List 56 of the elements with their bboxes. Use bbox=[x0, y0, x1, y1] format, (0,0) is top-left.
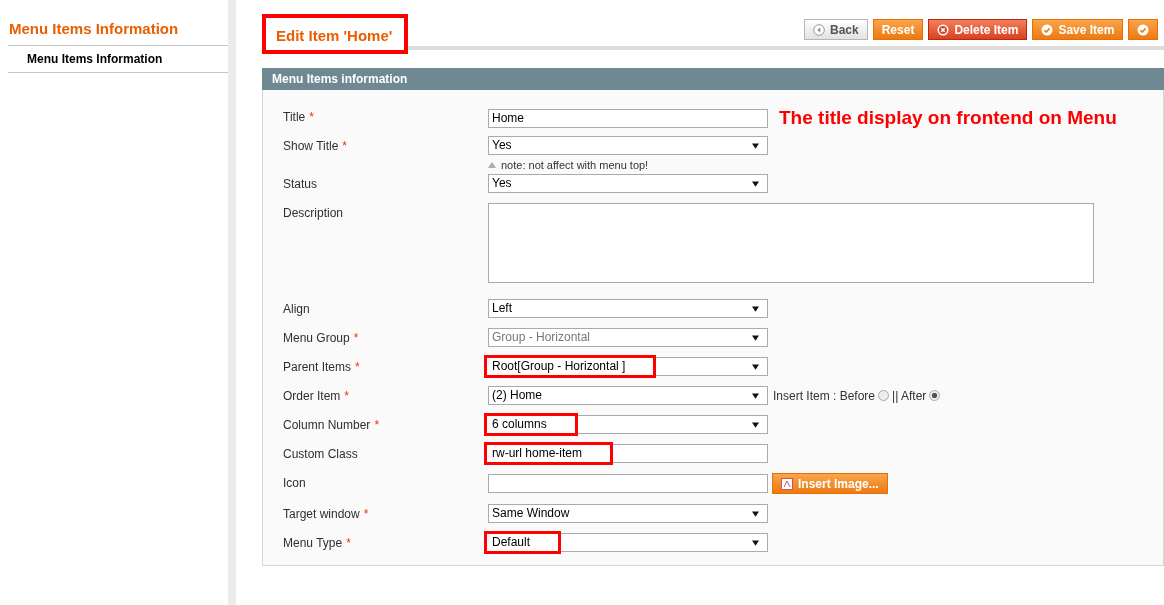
field-label: Target window * bbox=[283, 506, 370, 523]
sidebar-title: Menu Items Information bbox=[8, 20, 228, 46]
field-label: Column Number * bbox=[283, 417, 381, 434]
field-label: Order Item * bbox=[283, 388, 351, 405]
field-label: Show Title * bbox=[283, 138, 349, 155]
field-label: Title * bbox=[283, 109, 315, 126]
page-title: Edit Item 'Home' bbox=[262, 14, 409, 54]
dropdown-caret-icon bbox=[752, 510, 759, 517]
field-note: note: not affect with menu top! bbox=[501, 159, 649, 171]
triangle-icon bbox=[488, 162, 496, 168]
back-button[interactable]: Back bbox=[804, 19, 868, 40]
save-button[interactable] bbox=[1128, 19, 1159, 40]
field-label: Icon bbox=[283, 475, 307, 492]
insert-item-label: Insert Item : Before bbox=[773, 388, 876, 403]
select-field[interactable]: Same Window bbox=[488, 504, 768, 523]
text-area[interactable] bbox=[488, 203, 1094, 283]
required-mark: * bbox=[363, 507, 369, 521]
dropdown-caret-icon bbox=[752, 421, 759, 428]
text-field[interactable] bbox=[488, 474, 768, 493]
section-header: Menu Items information bbox=[262, 68, 1164, 90]
check-icon bbox=[1041, 23, 1054, 36]
image-icon bbox=[781, 477, 793, 490]
dropdown-caret-icon bbox=[752, 392, 759, 399]
dropdown-caret-icon bbox=[752, 539, 759, 546]
dropdown-caret-icon bbox=[752, 180, 759, 187]
field-label: Status bbox=[283, 176, 319, 193]
delete-button[interactable]: Delete Item bbox=[928, 19, 1028, 40]
required-mark: * bbox=[374, 418, 380, 432]
dropdown-caret-icon bbox=[752, 142, 759, 149]
field-label: Parent Items * bbox=[283, 359, 361, 376]
field-label: Menu Type * bbox=[283, 535, 352, 552]
dropdown-caret-icon bbox=[752, 363, 759, 370]
field-label: Custom Class bbox=[283, 446, 359, 463]
required-mark: * bbox=[353, 331, 359, 345]
radio-button[interactable] bbox=[929, 390, 941, 401]
required-mark: * bbox=[355, 360, 360, 374]
radio-button[interactable] bbox=[878, 390, 890, 401]
select-field[interactable]: (2) Home bbox=[488, 386, 768, 405]
dropdown-caret-icon bbox=[752, 334, 759, 341]
select-field[interactable]: Yes bbox=[488, 174, 768, 193]
annotation-text: The title display on frontend on Menu bbox=[779, 107, 1117, 129]
required-mark: * bbox=[344, 389, 350, 403]
required-mark: * bbox=[346, 536, 351, 550]
required-mark: * bbox=[342, 139, 348, 153]
select-field[interactable]: Yes bbox=[488, 136, 768, 155]
required-mark: * bbox=[309, 110, 314, 124]
field-label: Menu Group * bbox=[283, 330, 360, 347]
select-field[interactable]: Left bbox=[488, 299, 768, 318]
insert-item-label: || After bbox=[892, 388, 927, 403]
sidebar-tab[interactable]: Menu Items Information bbox=[8, 46, 228, 73]
close-icon bbox=[937, 23, 950, 36]
text-field[interactable]: Home bbox=[488, 108, 768, 128]
check-icon bbox=[1137, 23, 1150, 36]
field-label: Align bbox=[283, 301, 311, 318]
field-label: Description bbox=[283, 205, 345, 222]
dropdown-caret-icon bbox=[752, 305, 759, 312]
